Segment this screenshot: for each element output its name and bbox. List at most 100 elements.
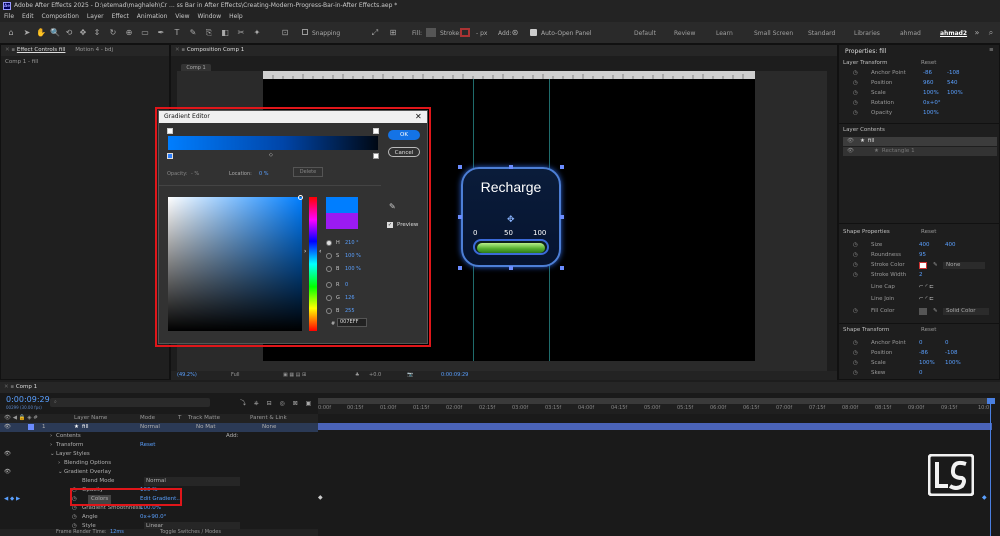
opacity-stop-right[interactable] [373,128,379,134]
fill-color-swatch[interactable] [919,308,927,315]
recharge-card[interactable]: Recharge ✥ 0 50 100 [461,167,561,267]
row-extra[interactable]: Add: [226,432,239,441]
clone-tool-icon[interactable]: ⎘ [204,28,214,38]
playhead-line[interactable] [990,404,991,536]
b2-radio[interactable] [326,308,332,314]
dolly-tool-icon[interactable]: ⇕ [92,28,102,38]
stopwatch-icon[interactable]: ◷ [853,339,858,348]
keyframe-nav-icon[interactable]: ◀ ◆ ▶ [4,495,20,504]
timeline-switch-icons[interactable]: ⤵ ⎈ ⊟ ◎ ⊠ ▣ [240,398,314,408]
shape-scale-x[interactable]: 100% [919,359,935,368]
menu-edit[interactable]: Edit [22,12,34,22]
panel-close-icon[interactable]: ✕ ▪ [5,47,17,53]
stroke-color-swatch[interactable] [919,262,927,269]
time-ruler[interactable]: 0:00f 00:15f 01:00f 01:15f 02:00f 02:15f… [318,404,992,414]
row-extra[interactable]: Normal [144,477,240,486]
close-icon[interactable]: ✕ [415,112,422,121]
layer-mode-select[interactable]: Normal [140,423,160,432]
stopwatch-icon[interactable]: ◷ [853,109,858,118]
h-value[interactable]: 210 ° [345,240,359,246]
layer-transform-reset[interactable]: Reset [921,60,936,66]
timeline-close-icon[interactable]: ✕ ▪ [4,384,16,390]
stopwatch-icon[interactable]: ◷ [853,251,858,260]
resolution-select[interactable]: Full [231,371,240,380]
position-x[interactable]: 960 [923,79,934,88]
stroke-swatch[interactable] [460,28,470,37]
workspace-default[interactable]: Default [634,30,656,37]
color-stop-left[interactable] [167,153,173,159]
position-y[interactable]: 540 [947,79,958,88]
expand-icon[interactable]: › [50,441,52,450]
handle-ml[interactable] [458,215,462,219]
layer-contents-item[interactable]: 👁 ★ fill [843,137,997,146]
location-value[interactable]: 0 % [259,171,269,177]
snap-toggle-icon[interactable]: ⊡ [280,28,290,38]
playhead-handle[interactable] [987,398,995,404]
snap-options-icon[interactable]: ⤢ [370,28,380,38]
row-extra[interactable]: Reset [140,441,155,450]
menu-animation[interactable]: Animation [137,12,168,22]
header-track-matte[interactable]: Track Matte [188,414,220,423]
workspace-learn[interactable]: Learn [716,30,733,37]
shape-scale-y[interactable]: 100% [945,359,961,368]
line-cap-icons[interactable]: ⌐ ◜ ⊏ [919,283,934,292]
stopwatch-icon[interactable]: ◷ [853,241,858,250]
puppet-tool-icon[interactable]: ✦ [252,28,262,38]
old-color-swatch[interactable] [326,213,358,229]
layer-name[interactable]: fill [82,423,89,432]
fill-swatch[interactable] [426,28,436,37]
shape-properties-reset[interactable]: Reset [921,229,936,235]
eye-icon[interactable]: 👁 [4,423,11,432]
eye-icon[interactable]: 👁 [4,468,11,477]
type-tool-icon[interactable]: T [172,28,182,38]
eraser-tool-icon[interactable]: ◧ [220,28,230,38]
b-value[interactable]: 100 % [345,266,361,272]
g-radio[interactable] [326,295,332,301]
handle-tr[interactable] [560,165,564,169]
pan-tool-icon[interactable]: ✥ [78,28,88,38]
region-icon[interactable]: ▣ ▦ ▤ ⊞ [283,371,306,380]
menu-view[interactable]: View [175,12,189,22]
midpoint-diamond-icon[interactable]: ◇ [269,152,273,158]
workspace-review[interactable]: Review [674,30,695,37]
eye-icon[interactable]: 👁 [847,138,854,144]
handle-tl[interactable] [458,165,462,169]
shape-position-y[interactable]: -108 [945,349,957,358]
shape-anchor-x[interactable]: 0 [919,339,923,348]
zoom-tool-icon[interactable]: 🔍 [50,28,60,38]
stopwatch-icon[interactable]: ◷ [853,79,858,88]
stopwatch-icon[interactable]: ◷ [853,307,858,316]
tab-comp1[interactable]: Comp 1 [16,384,37,390]
handle-bc[interactable] [509,266,513,270]
menu-file[interactable]: File [4,12,14,22]
scale-y[interactable]: 100% [947,89,963,98]
s-value[interactable]: 100 % [345,253,361,259]
timeline-row-blending[interactable]: › Blending Options [0,459,318,468]
color-picker-cursor[interactable] [298,195,303,200]
opacity-value[interactable]: - % [191,171,199,177]
stopwatch-icon[interactable]: ◷ [853,271,858,280]
hue-arrow-right-icon[interactable]: ‹ [319,248,321,255]
cancel-button[interactable]: Cancel [388,147,420,157]
stopwatch-icon[interactable]: ◷ [853,261,858,270]
eyedropper-icon[interactable]: ✎ [933,307,938,316]
shape-anchor-y[interactable]: 0 [945,339,949,348]
expand-icon[interactable]: › [58,459,60,468]
stopwatch-icon[interactable]: ◷ [853,369,858,378]
size-w[interactable]: 400 [919,241,930,250]
workspace-small-screen[interactable]: Small Screen [754,30,793,37]
stopwatch-icon[interactable]: ◷ [853,89,858,98]
eyedropper-icon[interactable]: ✎ [389,202,396,211]
hue-slider[interactable] [309,197,317,331]
stroke-width-value[interactable]: 2 [919,271,923,280]
roundness-value[interactable]: 95 [919,251,926,260]
anchor-x[interactable]: -86 [923,69,932,78]
home-icon[interactable]: ⌂ [6,28,16,38]
timeline-row-angle[interactable]: ◷ Angle 0x+90.0° [0,513,318,522]
delete-button[interactable]: Delete [293,167,323,177]
stopwatch-icon[interactable]: ◷ [853,69,858,78]
eye-icon[interactable]: 👁 [4,450,11,459]
snapshot-icon[interactable]: 📷 [407,371,413,380]
handle-tc[interactable] [509,165,513,169]
rotation-value[interactable]: 0x+0° [923,99,941,108]
